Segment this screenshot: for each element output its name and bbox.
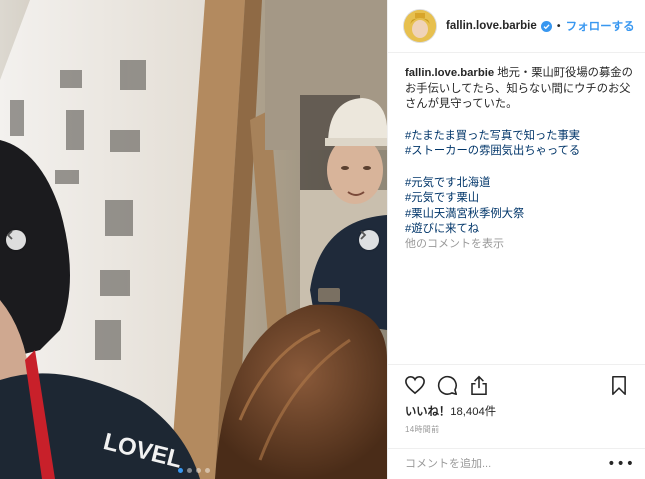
separator-dot: • bbox=[555, 20, 562, 32]
caption-text: fallin.love.barbie 地元・栗山町役場の募金のお手伝いしてたら、… bbox=[405, 66, 633, 113]
follow-button[interactable]: フォローする bbox=[566, 18, 635, 34]
instagram-post: LOVEL fallin.love.barbie • フォローする fallin… bbox=[0, 0, 645, 479]
carousel-dot bbox=[177, 468, 183, 473]
hashtag-link[interactable]: #たまたま買った写真で知った事実 bbox=[405, 129, 633, 145]
view-more-comments-link[interactable]: 他のコメントを表示 bbox=[405, 235, 504, 251]
hashtag-link[interactable]: #栗山天満宮秋季例大祭 bbox=[405, 207, 633, 223]
save-button[interactable] bbox=[607, 373, 631, 397]
carousel-dots bbox=[0, 468, 387, 473]
carousel-next-button[interactable] bbox=[359, 230, 379, 250]
comment-box: ••• bbox=[388, 448, 645, 479]
caption: fallin.love.barbie 地元・栗山町役場の募金のお手伝いしてたら、… bbox=[405, 66, 633, 254]
carousel-dot bbox=[186, 468, 192, 473]
username-link[interactable]: fallin.love.barbie bbox=[446, 20, 537, 32]
avatar-image bbox=[404, 10, 436, 42]
post-header: fallin.love.barbie • フォローする bbox=[388, 0, 645, 53]
avatar[interactable] bbox=[404, 10, 436, 42]
share-button[interactable] bbox=[467, 373, 491, 397]
post-sidebar: fallin.love.barbie • フォローする fallin.love.… bbox=[387, 0, 645, 479]
chevron-right-icon bbox=[360, 230, 367, 240]
likes-label: いいね！ bbox=[405, 406, 451, 418]
share-icon bbox=[471, 375, 487, 395]
comment-input[interactable] bbox=[405, 458, 585, 470]
hashtag-link[interactable]: #元気です栗山 bbox=[405, 191, 633, 207]
likes-number: 18,404件 bbox=[450, 406, 497, 418]
comment-button[interactable] bbox=[435, 373, 459, 397]
comment-bubble-icon bbox=[437, 375, 457, 395]
hashtag-group: #元気です北海道 #元気です栗山 #栗山天満宮秋季例大祭 #遊びに来てね bbox=[405, 176, 633, 238]
more-options-button[interactable]: ••• bbox=[607, 456, 635, 472]
likes-count[interactable]: いいね！18,404件 bbox=[405, 403, 496, 419]
verified-badge-icon bbox=[540, 20, 552, 32]
hashtag-link[interactable]: #元気です北海道 bbox=[405, 176, 633, 192]
carousel-prev-button[interactable] bbox=[6, 230, 26, 250]
like-button[interactable] bbox=[403, 373, 427, 397]
carousel-dot bbox=[204, 468, 210, 473]
carousel-dot bbox=[195, 468, 201, 473]
post-timestamp[interactable]: 14時間前 bbox=[405, 424, 439, 435]
bookmark-icon bbox=[612, 375, 626, 395]
photo-illustration: LOVEL bbox=[0, 0, 387, 479]
action-icons-row bbox=[388, 365, 645, 405]
hashtag-link[interactable]: #ストーカーの雰囲気出ちゃってる bbox=[405, 144, 633, 160]
post-photo[interactable]: LOVEL bbox=[0, 0, 387, 479]
post-actions: いいね！18,404件 14時間前 bbox=[388, 364, 645, 434]
hashtag-group: #たまたま買った写真で知った事実 #ストーカーの雰囲気出ちゃってる bbox=[405, 129, 633, 160]
chevron-left-icon bbox=[6, 230, 13, 240]
caption-username[interactable]: fallin.love.barbie bbox=[405, 67, 494, 79]
heart-icon bbox=[405, 375, 425, 395]
